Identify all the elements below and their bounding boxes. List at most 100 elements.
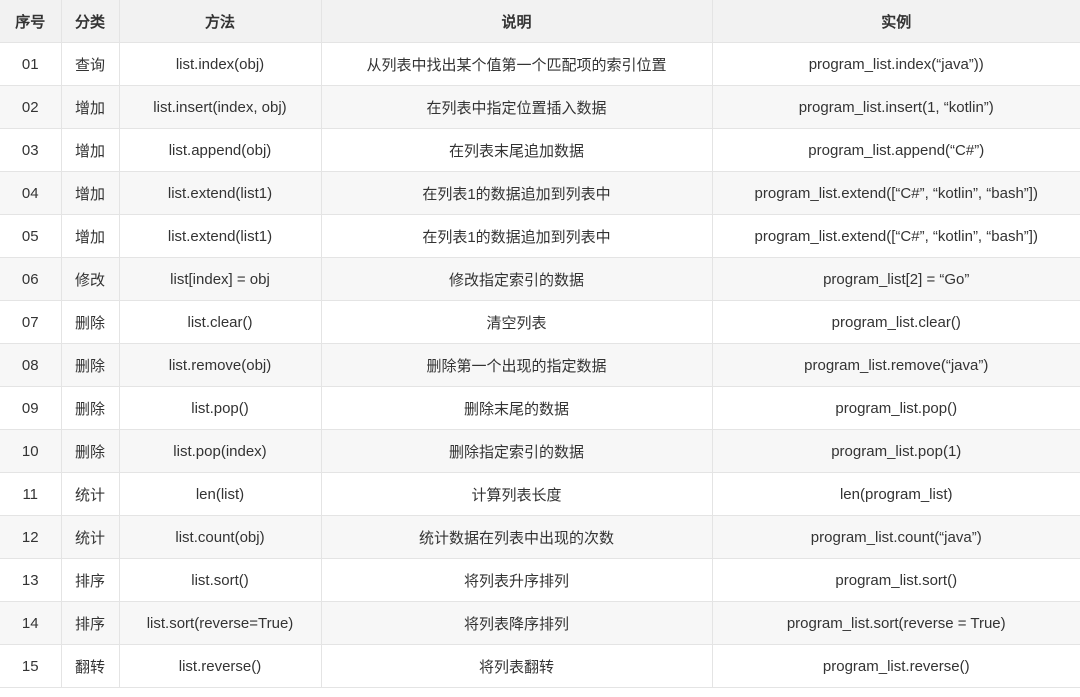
cell-method: list[index] = obj [118, 257, 321, 301]
cell-description: 清空列表 [320, 300, 712, 344]
cell-method: list.count(obj) [118, 515, 321, 559]
cell-example: program_list.remove(“java”) [711, 343, 1080, 387]
cell-description: 将列表升序排列 [320, 558, 712, 602]
cell-description: 修改指定索引的数据 [320, 257, 712, 301]
cell-category: 增加 [60, 85, 119, 129]
cell-method: list.extend(list1) [118, 171, 321, 215]
cell-no: 01 [0, 42, 61, 86]
cell-category: 增加 [60, 214, 119, 258]
cell-description: 在列表末尾追加数据 [320, 128, 712, 172]
cell-description: 删除第一个出现的指定数据 [320, 343, 712, 387]
table-row: 07 删除 list.clear() 清空列表 program_list.clear() [0, 300, 1080, 344]
table-row: 04 增加 list.extend(list1) 在列表1的数据追加到列表中 progr… [0, 171, 1080, 215]
cell-method: list.pop() [118, 386, 321, 430]
header-description: 说明 [320, 0, 712, 43]
cell-no: 05 [0, 214, 61, 258]
cell-category: 翻转 [60, 644, 119, 688]
cell-method: list.reverse() [118, 644, 321, 688]
cell-description: 将列表降序排列 [320, 601, 712, 645]
table-row: 13 排序 list.sort() 将列表升序排列 program_list.sort(… [0, 558, 1080, 602]
cell-no: 07 [0, 300, 61, 344]
cell-example: program_list.reverse() [711, 644, 1080, 688]
cell-category: 修改 [60, 257, 119, 301]
cell-description: 统计数据在列表中出现的次数 [320, 515, 712, 559]
cell-no: 15 [0, 644, 61, 688]
cell-example: program_list.pop(1) [711, 429, 1080, 473]
cell-method: list.index(obj) [118, 42, 321, 86]
bottom-edge [0, 690, 1080, 697]
cell-no: 12 [0, 515, 61, 559]
cell-no: 14 [0, 601, 61, 645]
cell-example: program_list.clear() [711, 300, 1080, 344]
cell-no: 08 [0, 343, 61, 387]
cell-category: 删除 [60, 429, 119, 473]
cell-example: program_list.extend([“C#”, “kotlin”, “ba… [711, 214, 1080, 258]
cell-description: 在列表1的数据追加到列表中 [320, 171, 712, 215]
cell-no: 11 [0, 472, 61, 516]
table-row: 06 修改 list[index] = obj 修改指定索引的数据 program_li… [0, 257, 1080, 301]
table-row: 10 删除 list.pop(index) 删除指定索引的数据 program_list… [0, 429, 1080, 473]
cell-no: 02 [0, 85, 61, 129]
cell-description: 删除指定索引的数据 [320, 429, 712, 473]
cell-example: program_list.sort() [711, 558, 1080, 602]
cell-method: list.pop(index) [118, 429, 321, 473]
cell-category: 排序 [60, 601, 119, 645]
cell-method: list.clear() [118, 300, 321, 344]
cell-example: program_list.insert(1, “kotlin”) [711, 85, 1080, 129]
table-header: 序号 分类 方法 说明 实例 [0, 0, 1080, 43]
cell-no: 13 [0, 558, 61, 602]
cell-no: 03 [0, 128, 61, 172]
cell-method: list.sort(reverse=True) [118, 601, 321, 645]
cell-no: 04 [0, 171, 61, 215]
cell-description: 从列表中找出某个值第一个匹配项的索引位置 [320, 42, 712, 86]
cell-description: 删除末尾的数据 [320, 386, 712, 430]
cell-description: 在列表中指定位置插入数据 [320, 85, 712, 129]
table-row: 14 排序 list.sort(reverse=True) 将列表降序排列 progra… [0, 601, 1080, 645]
cell-no: 09 [0, 386, 61, 430]
cell-description: 在列表1的数据追加到列表中 [320, 214, 712, 258]
cell-description: 计算列表长度 [320, 472, 712, 516]
cell-category: 增加 [60, 171, 119, 215]
cell-example: program_list.sort(reverse = True) [711, 601, 1080, 645]
header-no: 序号 [0, 0, 61, 43]
cell-method: len(list) [118, 472, 321, 516]
cell-example: program_list[2] = “Go” [711, 257, 1080, 301]
cell-description: 将列表翻转 [320, 644, 712, 688]
table-row: 15 翻转 list.reverse() 将列表翻转 program_list.reve… [0, 644, 1080, 688]
cell-category: 删除 [60, 386, 119, 430]
table-row: 08 删除 list.remove(obj) 删除第一个出现的指定数据 program_… [0, 343, 1080, 387]
cell-example: program_list.extend([“C#”, “kotlin”, “ba… [711, 171, 1080, 215]
cell-method: list.extend(list1) [118, 214, 321, 258]
table-row: 12 统计 list.count(obj) 统计数据在列表中出现的次数 program_… [0, 515, 1080, 559]
cell-category: 删除 [60, 343, 119, 387]
cell-no: 10 [0, 429, 61, 473]
cell-example: program_list.index(“java”)) [711, 42, 1080, 86]
cell-category: 排序 [60, 558, 119, 602]
table-row: 02 增加 list.insert(index, obj) 在列表中指定位置插入数据 p… [0, 85, 1080, 129]
table-row: 01 查询 list.index(obj) 从列表中找出某个值第一个匹配项的索引位置 p… [0, 42, 1080, 86]
cell-example: program_list.count(“java”) [711, 515, 1080, 559]
header-row: 序号 分类 方法 说明 实例 [0, 0, 1080, 43]
table-row: 05 增加 list.extend(list1) 在列表1的数据追加到列表中 progr… [0, 214, 1080, 258]
cell-method: list.append(obj) [118, 128, 321, 172]
cell-example: program_list.pop() [711, 386, 1080, 430]
header-method: 方法 [118, 0, 321, 43]
table-body: 01 查询 list.index(obj) 从列表中找出某个值第一个匹配项的索引位置 p… [0, 42, 1080, 688]
table-row: 11 统计 len(list) 计算列表长度 len(program_list) [0, 472, 1080, 516]
cell-category: 删除 [60, 300, 119, 344]
header-category: 分类 [60, 0, 119, 43]
table-row: 09 删除 list.pop() 删除末尾的数据 program_list.pop() [0, 386, 1080, 430]
cell-method: list.remove(obj) [118, 343, 321, 387]
list-methods-table-container: 序号 分类 方法 说明 实例 01 查询 list.index(obj) 从列表中找出… [0, 0, 1080, 692]
cell-category: 增加 [60, 128, 119, 172]
cell-category: 统计 [60, 515, 119, 559]
list-methods-table: 序号 分类 方法 说明 实例 01 查询 list.index(obj) 从列表中找出… [0, 0, 1080, 688]
cell-category: 统计 [60, 472, 119, 516]
cell-example: program_list.append(“C#”) [711, 128, 1080, 172]
cell-method: list.insert(index, obj) [118, 85, 321, 129]
header-example: 实例 [711, 0, 1080, 43]
cell-example: len(program_list) [711, 472, 1080, 516]
cell-category: 查询 [60, 42, 119, 86]
cell-no: 06 [0, 257, 61, 301]
cell-method: list.sort() [118, 558, 321, 602]
